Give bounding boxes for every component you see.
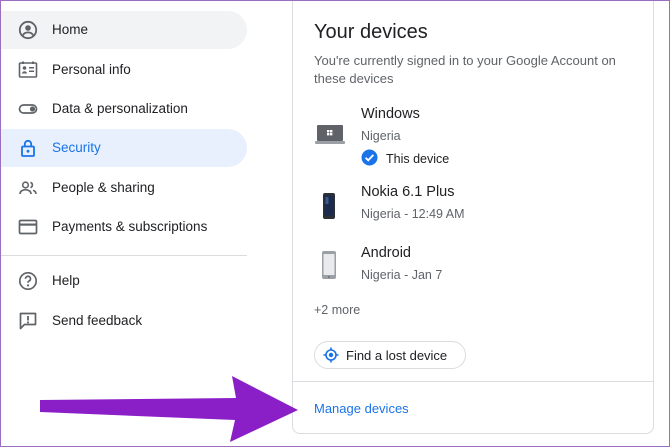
account-circle-icon [18,20,38,40]
device-last-seen: Nigeria - 12:49 AM [361,207,465,221]
card-description: You're currently signed in to your Googl… [314,53,616,86]
device-name[interactable]: Nokia 6.1 Plus [361,184,455,200]
annotation-arrow-icon [40,376,298,442]
locate-icon [323,347,339,363]
sidebar-divider [0,255,247,256]
device-name[interactable]: Windows [361,106,420,122]
sidebar-item-security[interactable]: Security [0,129,247,167]
sidebar-item-people-sharing[interactable]: People & sharing [0,169,247,207]
sidebar-item-payments[interactable]: Payments & subscriptions [0,208,247,246]
sidebar-item-label: Send feedback [52,313,143,328]
lock-icon [18,138,38,158]
sidebar-item-personal-info[interactable]: Personal info [0,51,247,89]
sidebar-item-home[interactable]: Home [0,11,247,49]
sidebar-item-label: Data & personalization [52,101,188,116]
page-title: Your devices [314,21,428,43]
device-name[interactable]: Android [361,245,411,261]
check-circle-icon [361,149,378,169]
sidebar-item-label: Security [52,140,101,155]
id-card-icon [18,60,38,80]
find-lost-device-label: Find a lost device [346,348,448,363]
manage-devices-link[interactable]: Manage devices [314,401,409,416]
feedback-icon [18,311,38,331]
credit-card-icon [18,217,38,237]
sidebar-item-label: Home [52,22,89,37]
more-devices-link[interactable]: +2 more [314,303,360,317]
this-device-badge: This device [361,149,449,169]
phone-icon [320,250,338,280]
card-divider [293,381,653,382]
sidebar-item-send-feedback[interactable]: Send feedback [0,302,247,340]
toggle-icon [18,99,38,119]
device-last-seen: Nigeria - Jan 7 [361,268,443,282]
sidebar-item-help[interactable]: Help [0,262,247,300]
sidebar-item-label: Personal info [52,62,131,77]
device-location: Nigeria [361,129,401,143]
sidebar-item-label: Payments & subscriptions [52,219,208,234]
sidebar-item-label: People & sharing [52,180,155,195]
people-icon [18,178,38,198]
find-lost-device-button[interactable]: Find a lost device [314,341,466,369]
sidebar-item-data-personalization[interactable]: Data & personalization [0,90,247,128]
sidebar-item-label: Help [52,273,80,288]
phone-icon [320,192,338,220]
this-device-label: This device [386,152,450,166]
laptop-icon [314,122,346,146]
help-icon [18,271,38,291]
